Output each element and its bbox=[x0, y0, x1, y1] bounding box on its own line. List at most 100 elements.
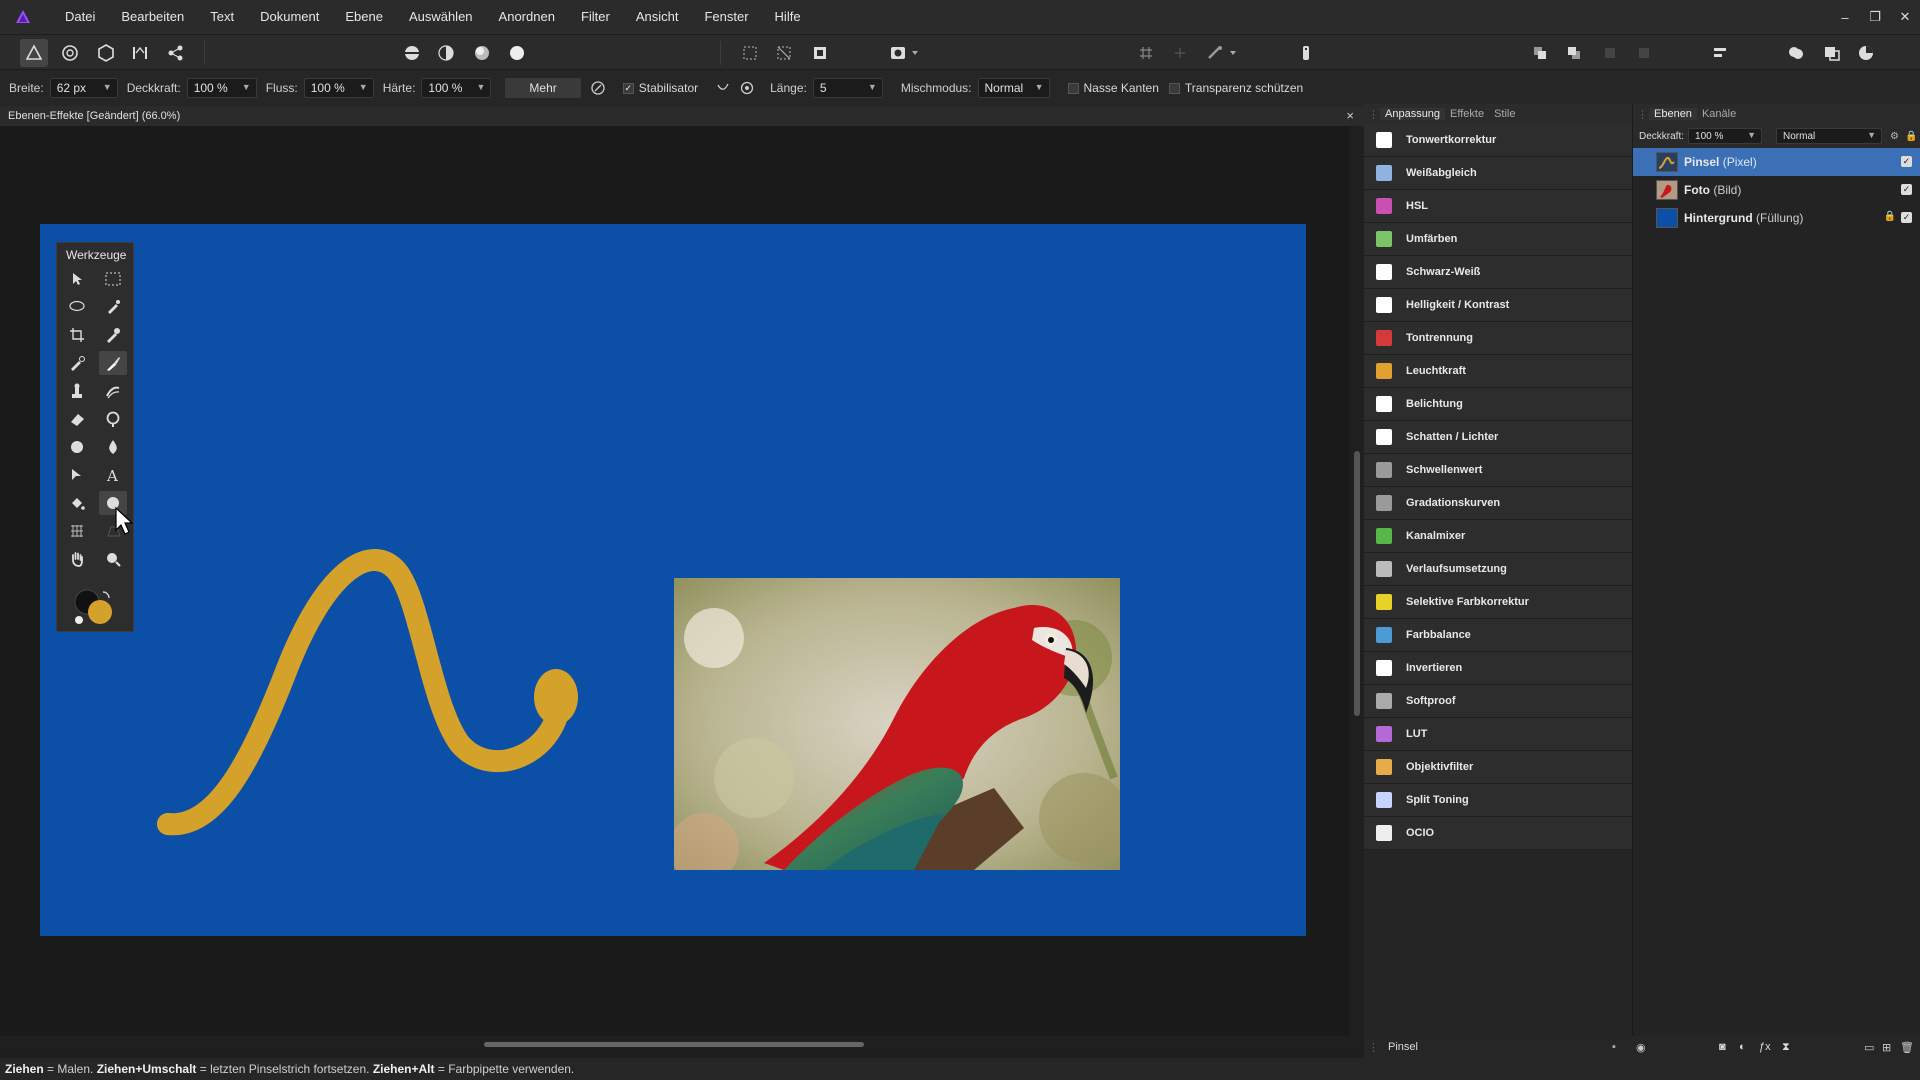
blend-mode-select[interactable]: Normal ▼ bbox=[977, 78, 1050, 98]
document-tab[interactable]: Ebenen-Effekte [Geändert] (66.0%) × bbox=[0, 106, 1364, 126]
blur-brush-tool-icon[interactable] bbox=[99, 435, 127, 459]
boolean-subtract-icon[interactable] bbox=[1818, 39, 1846, 67]
move-tool-icon[interactable] bbox=[63, 267, 91, 291]
delete-layer-icon[interactable]: 🗑 bbox=[1900, 1041, 1914, 1054]
snapping-icon[interactable] bbox=[1132, 39, 1160, 67]
lock-icon[interactable]: 🔒 bbox=[1884, 211, 1896, 222]
minimize-button[interactable]: – bbox=[1830, 0, 1860, 34]
layers-stack-icon[interactable]: ◉ bbox=[1636, 1041, 1646, 1054]
adjustment-item[interactable]: Tontrennung bbox=[1364, 322, 1632, 355]
adjustment-layer-icon[interactable]: ◐ bbox=[1739, 1041, 1746, 1053]
wet-edges-checkbox[interactable] bbox=[1067, 82, 1079, 94]
live-filter-icon[interactable]: ⧗ bbox=[1782, 1041, 1790, 1054]
more-button[interactable]: Mehr bbox=[505, 78, 581, 98]
adjustment-item[interactable]: Belichtung bbox=[1364, 388, 1632, 421]
tone-mapping-persona-icon[interactable] bbox=[126, 39, 154, 67]
vertical-scrollbar[interactable] bbox=[1350, 126, 1364, 1036]
zoom-tool-icon[interactable] bbox=[99, 547, 127, 571]
layer-row-foto[interactable]: Foto (Bild) ✓ bbox=[1633, 176, 1920, 204]
chevron-down-icon[interactable] bbox=[908, 39, 922, 67]
align-icon[interactable] bbox=[1706, 39, 1734, 67]
layer-visibility-checkbox[interactable]: ✓ bbox=[1901, 184, 1912, 195]
adjustment-item[interactable]: Invertieren bbox=[1364, 652, 1632, 685]
layer-row-pinsel[interactable]: Pinsel (Pixel) ✓ bbox=[1633, 148, 1920, 176]
deselect-icon[interactable] bbox=[770, 39, 798, 67]
adjustment-item[interactable]: Umfärben bbox=[1364, 223, 1632, 256]
adjustment-item[interactable]: Verlaufsumsetzung bbox=[1364, 553, 1632, 586]
freehand-selection-tool-icon[interactable] bbox=[63, 295, 91, 319]
menu-fenster[interactable]: Fenster bbox=[691, 0, 761, 34]
adjustment-item[interactable]: Kanalmixer bbox=[1364, 520, 1632, 553]
auto-white-balance-icon[interactable] bbox=[503, 39, 531, 67]
rope-mode-icon[interactable] bbox=[712, 77, 734, 99]
adjustment-item[interactable]: Schatten / Lichter bbox=[1364, 421, 1632, 454]
tab-ebenen[interactable]: Ebenen bbox=[1649, 108, 1697, 120]
arrange-forward-icon[interactable] bbox=[1526, 39, 1554, 67]
close-icon[interactable]: × bbox=[1346, 108, 1354, 123]
arrange-back-icon[interactable] bbox=[1560, 39, 1588, 67]
width-field[interactable]: 62 px ▼ bbox=[49, 78, 118, 98]
crop-tool-icon[interactable] bbox=[63, 323, 91, 347]
mesh-warp-tool-icon[interactable] bbox=[63, 519, 91, 543]
text-tool-icon[interactable]: A bbox=[99, 463, 127, 487]
hand-tool-icon[interactable] bbox=[63, 547, 91, 571]
length-field[interactable]: 5 ▼ bbox=[812, 78, 883, 98]
tab-kanaele[interactable]: Kanäle bbox=[1697, 108, 1741, 120]
adjustment-item[interactable]: LUT bbox=[1364, 718, 1632, 751]
boolean-add-icon[interactable] bbox=[1782, 39, 1810, 67]
layer-visibility-checkbox[interactable]: ✓ bbox=[1901, 156, 1912, 167]
adjustment-item[interactable]: HSL bbox=[1364, 190, 1632, 223]
liquify-persona-icon[interactable] bbox=[56, 39, 84, 67]
lock-icon[interactable]: 🔒 bbox=[1905, 131, 1917, 142]
protect-alpha-checkbox[interactable] bbox=[1168, 82, 1180, 94]
horizontal-scrollbar[interactable] bbox=[0, 1036, 1364, 1052]
color-picker-tool-icon[interactable] bbox=[99, 323, 127, 347]
menu-ebene[interactable]: Ebene bbox=[332, 0, 396, 34]
clone-brush-tool-icon[interactable] bbox=[63, 379, 91, 403]
group-folder-icon[interactable]: ▭ bbox=[1864, 1041, 1874, 1054]
adjustment-item[interactable]: Weißabgleich bbox=[1364, 157, 1632, 190]
mask-layer-icon[interactable]: ◙ bbox=[1719, 1041, 1726, 1053]
export-persona-icon[interactable] bbox=[162, 39, 190, 67]
panel-menu-icon[interactable]: ▪ bbox=[1612, 1041, 1616, 1053]
fx-icon[interactable]: ƒx bbox=[1759, 1041, 1771, 1053]
adjustment-item[interactable]: Selektive Farbkorrektur bbox=[1364, 586, 1632, 619]
layer-visibility-checkbox[interactable]: ✓ bbox=[1901, 212, 1912, 223]
select-all-icon[interactable] bbox=[736, 39, 764, 67]
auto-colors-icon[interactable] bbox=[468, 39, 496, 67]
tab-anpassung[interactable]: Anpassung bbox=[1380, 108, 1446, 120]
flood-fill-tool-icon[interactable] bbox=[63, 491, 91, 515]
arrange-disabled-icon[interactable] bbox=[1596, 39, 1624, 67]
erase-brush-tool-icon[interactable] bbox=[63, 407, 91, 431]
adjustment-item[interactable]: Farbbalance bbox=[1364, 619, 1632, 652]
adjustment-item[interactable]: Split Toning bbox=[1364, 784, 1632, 817]
dodge-brush-tool-icon[interactable] bbox=[99, 407, 127, 431]
close-window-button[interactable]: ✕ bbox=[1890, 0, 1920, 34]
rectangle-marquee-tool-icon[interactable] bbox=[99, 267, 127, 291]
tab-stile[interactable]: Stile bbox=[1489, 108, 1520, 120]
gear-icon[interactable]: ⚙ bbox=[1890, 131, 1899, 142]
menu-dokument[interactable]: Dokument bbox=[247, 0, 332, 34]
pressure-icon[interactable] bbox=[587, 77, 609, 99]
tab-effekte[interactable]: Effekte bbox=[1445, 108, 1489, 120]
adjustment-item[interactable]: Tonwertkorrektur bbox=[1364, 124, 1632, 157]
menu-filter[interactable]: Filter bbox=[568, 0, 623, 34]
smudge-brush-tool-icon[interactable] bbox=[99, 379, 127, 403]
color-swatches[interactable] bbox=[73, 588, 119, 628]
adjustment-item[interactable]: Softproof bbox=[1364, 685, 1632, 718]
paint-brush-tool-icon[interactable] bbox=[99, 351, 127, 375]
adjustment-item[interactable]: Schwarz-Weiß bbox=[1364, 256, 1632, 289]
window-mode-icon[interactable] bbox=[736, 77, 758, 99]
paint-mixer-brush-tool-icon[interactable] bbox=[63, 351, 91, 375]
menu-datei[interactable]: Datei bbox=[52, 0, 108, 34]
photo-persona-icon[interactable] bbox=[20, 39, 48, 67]
force-pixel-alignment-icon[interactable] bbox=[1201, 39, 1229, 67]
adjustment-item[interactable]: Helligkeit / Kontrast bbox=[1364, 289, 1632, 322]
snapping-options-icon[interactable] bbox=[1166, 39, 1194, 67]
adjustment-item[interactable]: Objektivfilter bbox=[1364, 751, 1632, 784]
flow-field[interactable]: 100 % ▼ bbox=[303, 78, 374, 98]
layer-opacity-field[interactable]: 100 % ▼ bbox=[1688, 128, 1763, 144]
opacity-field[interactable]: 100 % ▼ bbox=[186, 78, 257, 98]
add-layer-icon[interactable]: ⊞ bbox=[1882, 1041, 1891, 1054]
menu-text[interactable]: Text bbox=[197, 0, 247, 34]
